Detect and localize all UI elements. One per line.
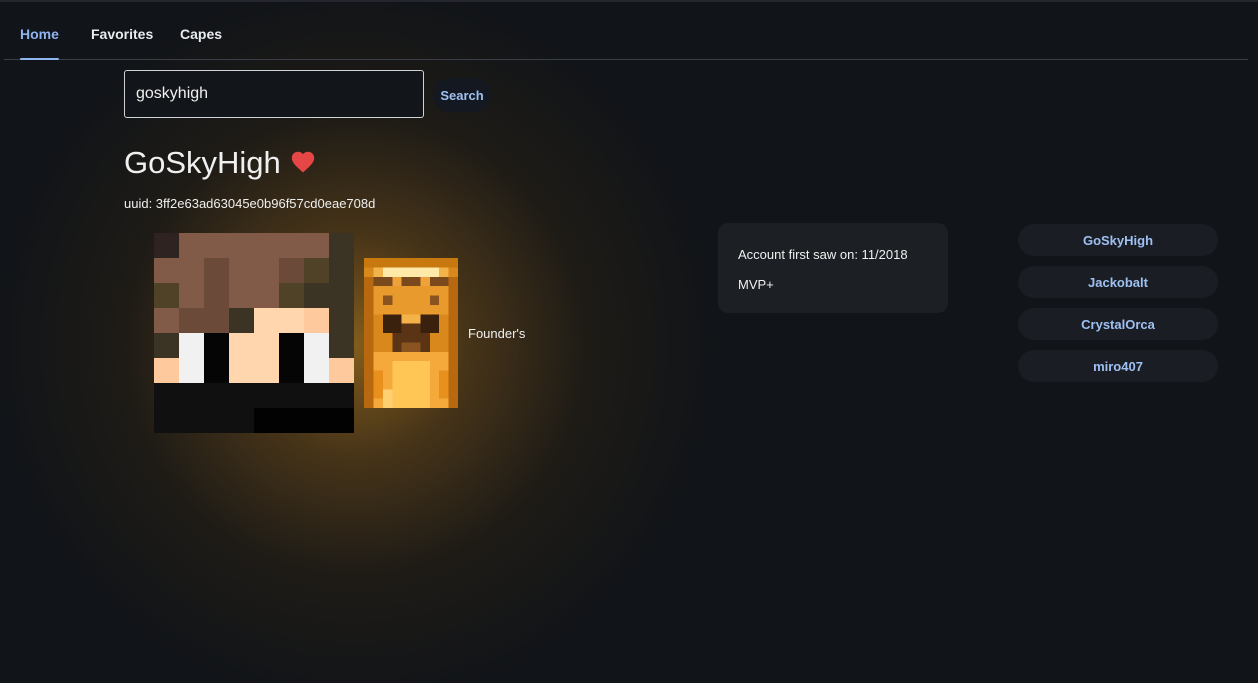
tab-home[interactable]: Home [20,26,59,60]
search-input[interactable] [124,70,424,118]
tab-favorites[interactable]: Favorites [91,26,153,60]
top-nav: Home Favorites Capes [4,2,1248,60]
name-history-item[interactable]: CrystalOrca [1018,308,1218,340]
name-history-item[interactable]: GoSkyHigh [1018,224,1218,256]
first-seen-text: Account first saw on: 11/2018 [738,247,908,262]
name-history-item[interactable]: Jackobalt [1018,266,1218,298]
search-button[interactable]: Search [433,78,491,112]
uuid-text: uuid: 3ff2e63ad63045e0b96f57cd0eae708d [124,196,376,211]
rank-text: MVP+ [738,277,774,292]
heart-icon[interactable] [291,151,315,173]
cape-name-label: Founder's [468,326,526,341]
name-history-item[interactable]: miro407 [1018,350,1218,382]
skin-head-image [154,233,354,433]
player-name: GoSkyHigh [124,145,281,180]
account-info-card: Account first saw on: 11/2018 MVP+ [718,223,948,313]
founders-cape-image [364,258,458,408]
tab-capes[interactable]: Capes [180,26,222,60]
